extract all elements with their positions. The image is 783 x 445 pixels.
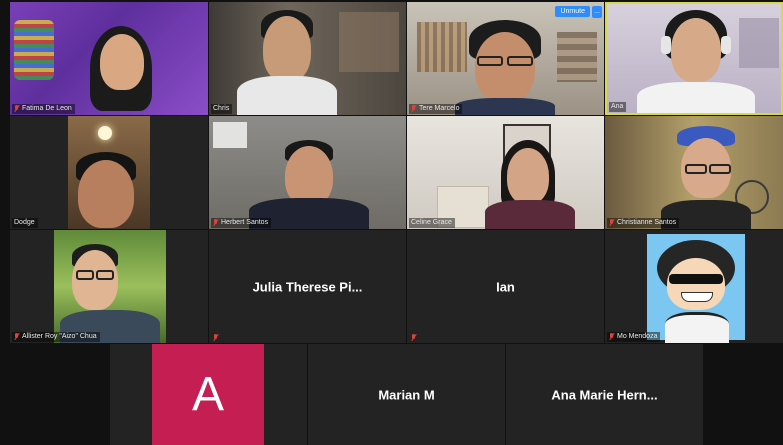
background-stripes [14,20,54,80]
participant-tile-dodge[interactable]: Dodge [10,116,208,229]
muted-mic-icon [14,333,19,341]
unmute-button[interactable]: Unmute [555,6,590,17]
participant-display-name: Ian [496,279,515,294]
sunglasses [669,274,723,284]
muted-mic-icon [213,334,218,342]
muted-mic-icon [609,333,614,341]
participant-tile-ana-marie[interactable]: Ana Marie Hern... [506,344,703,445]
participant-tile-marian[interactable]: Marian M [308,344,505,445]
participant-tile-celine[interactable]: Celine Grace [407,116,604,229]
name-tag: Celine Grace [409,218,455,228]
participant-tile-allister[interactable]: Allister Roy "Aizo" Chua [10,230,208,343]
headphones [661,36,671,54]
grin [681,292,713,302]
muted-mic-icon [411,334,416,342]
participant-tile-mo[interactable]: Mo Mendoza [605,230,783,343]
participant-tile-chris[interactable]: Chris [209,2,406,115]
name-tag: Tere Marcelo [409,104,463,114]
name-tag: Allister Roy "Aizo" Chua [12,332,100,342]
name-tag [211,334,224,342]
participant-tile-ana-active-speaker[interactable]: Ana [605,2,783,115]
name-tag: Chris [211,104,233,114]
more-options-button[interactable]: ... [592,6,602,18]
participant-tile-fatima[interactable]: Fatima De Leon [10,2,208,115]
name-tag: Christianne Santos [607,218,680,228]
muted-mic-icon [14,105,19,113]
aircon-unit [213,122,247,148]
participant-tile-ian[interactable]: Ian [407,230,604,343]
name-tag: Herbert Santos [211,218,272,228]
ceiling-light [98,126,112,140]
participant-display-name: Julia Therese Pi... [252,279,363,294]
muted-mic-icon [609,219,614,227]
muted-mic-icon [213,219,218,227]
name-tag: Ana [609,102,627,112]
participant-tile-tere[interactable]: Unmute ... Tere Marcelo [407,2,604,115]
participant-tile-herbert[interactable]: Herbert Santos [209,116,406,229]
participant-tile-julia[interactable]: Julia Therese Pi... [209,230,406,343]
name-tag: Mo Mendoza [607,332,661,342]
name-tag: Dodge [12,218,38,228]
muted-mic-icon [411,105,416,113]
name-tag [409,334,422,342]
participant-display-name: Ana Marie Hern... [551,387,658,402]
participant-tile-christianne[interactable]: Christianne Santos [605,116,783,229]
name-tag: Fatima De Leon [12,104,75,114]
participant-tile-a[interactable]: A [110,344,307,445]
video-grid: Fatima De Leon Chris Unmute ... Tere Mar… [8,2,783,445]
initial-avatar: A [152,344,264,445]
participant-display-name: Marian M [378,387,435,402]
